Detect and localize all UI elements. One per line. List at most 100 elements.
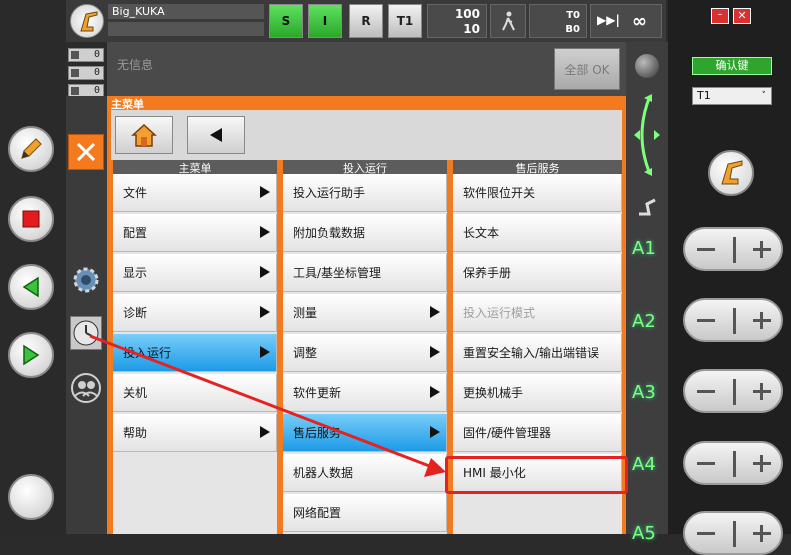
menu-item[interactable]: 投入运行 (113, 334, 277, 372)
menu-item[interactable]: 机器人数据 (283, 454, 447, 492)
submenu-arrow-icon (260, 426, 270, 438)
close-window-icon[interactable]: ✕ (733, 8, 751, 24)
menu-item-label: 显示 (123, 266, 148, 280)
menu-item[interactable]: 文件 (113, 174, 277, 212)
counter-acknowledge: 0 (68, 48, 104, 62)
jog-key-a2[interactable] (683, 298, 783, 342)
submenu-arrow-icon (260, 186, 270, 198)
jog-key-a1[interactable] (683, 227, 783, 271)
menu-item-label: 售后服务 (293, 426, 342, 440)
jog-key-a5[interactable] (683, 511, 783, 555)
stop-button[interactable] (8, 196, 54, 242)
column-header-commissioning: 投入运行 (283, 160, 447, 175)
menu-item[interactable]: 更换机械手 (453, 374, 622, 412)
globe-icon[interactable] (635, 54, 659, 78)
start-backward-button[interactable] (8, 264, 54, 310)
menu-item-label: 文件 (123, 186, 148, 200)
menu-item-label: 固件/硬件管理器 (463, 426, 552, 440)
menu-item[interactable]: 软件更新 (283, 374, 447, 412)
submenu-arrow-icon (260, 346, 270, 358)
menu-item[interactable]: 软件限位开关 (453, 174, 622, 212)
menu-item[interactable]: 重置安全输入/输出端错误 (453, 334, 622, 372)
minimize-icon[interactable]: – (711, 8, 729, 24)
jog-key-a3[interactable] (683, 369, 783, 413)
all-ok-button[interactable]: 全部 OK (554, 48, 620, 90)
home-button[interactable] (115, 116, 173, 154)
menu-item[interactable]: 投入运行模式 (453, 294, 622, 332)
menu-item[interactable]: 工具/基坐标管理 (283, 254, 447, 292)
jog-rotate-icon[interactable] (630, 92, 664, 178)
highlight-box (445, 456, 628, 494)
menu-item[interactable]: 帮助 (113, 414, 277, 452)
robot-logo-icon[interactable] (70, 4, 104, 38)
submenu-arrow-icon (430, 306, 440, 318)
submenu-arrow-icon (430, 386, 440, 398)
left-key-panel (0, 0, 66, 534)
play-backward-icon (22, 276, 39, 298)
menu-item[interactable]: 附加负载数据 (283, 214, 447, 252)
menu-item[interactable]: 保养手册 (453, 254, 622, 292)
stop-icon (22, 210, 40, 228)
submenu-arrow-icon (260, 226, 270, 238)
override-status[interactable]: 100 10 (427, 4, 487, 38)
menu-item[interactable]: 售后服务 (283, 414, 447, 452)
menu-item[interactable]: 投入运行助手 (283, 174, 447, 212)
menu-item[interactable]: 固件/硬件管理器 (453, 414, 622, 452)
axis-label-a2: A2 (632, 311, 656, 332)
menu-item[interactable]: 测量 (283, 294, 447, 332)
mode-select[interactable]: T1 ˅ (692, 87, 772, 105)
menu-item-label: 长文本 (463, 226, 500, 240)
jog-start-button[interactable] (8, 474, 54, 520)
status-bar: Big_KUKA S I R T1 100 10 T0 B0 ▶▶| ∞ (66, 0, 666, 42)
menu-item-label: 投入运行模式 (463, 306, 536, 320)
robot-name: Big_KUKA (108, 4, 264, 19)
menu-item-label: 诊断 (123, 306, 148, 320)
home-icon (131, 123, 157, 147)
message-window[interactable]: 无信息 全部 OK (107, 42, 626, 96)
start-forward-button[interactable] (8, 332, 54, 378)
menu-item[interactable]: 网络配置 (283, 494, 447, 532)
confirm-key-button[interactable]: 确认键 (692, 57, 772, 75)
no-message-text: 无信息 (117, 58, 154, 72)
menu-item-label: 软件更新 (293, 386, 342, 400)
clock-icon[interactable] (70, 316, 102, 350)
user-group-icon[interactable] (70, 372, 102, 404)
tool-number: T0 (566, 10, 580, 21)
menu-item-label: 关机 (123, 386, 148, 400)
robot-interpreter-status[interactable]: R (349, 4, 383, 38)
close-icon (76, 142, 96, 162)
program-override: 100 (454, 7, 480, 21)
menu-item-label: 配置 (123, 226, 148, 240)
operating-mode-status[interactable]: T1 (388, 4, 422, 38)
main-menu-title: 主菜单 (111, 98, 144, 111)
menu-item[interactable]: 诊断 (113, 294, 277, 332)
submenu-arrow-icon (430, 426, 440, 438)
menu-item[interactable]: 调整 (283, 334, 447, 372)
back-arrow-icon (210, 128, 222, 142)
menu-item[interactable]: 长文本 (453, 214, 622, 252)
settings-gear-icon[interactable] (70, 264, 102, 296)
axis-label-a1: A1 (632, 238, 656, 259)
incremental-jog-status[interactable]: ▶▶| ∞ (590, 4, 662, 38)
menu-item[interactable]: 显示 (113, 254, 277, 292)
axis-label-a3: A3 (632, 382, 656, 403)
chevron-down-icon: ˅ (761, 91, 767, 101)
axis-label-a4: A4 (632, 454, 656, 475)
pencil-icon (21, 138, 42, 159)
back-button[interactable] (187, 116, 245, 154)
jog-key-a4[interactable] (683, 441, 783, 485)
robot-jog-button[interactable] (708, 150, 754, 196)
menu-item[interactable]: 配置 (113, 214, 277, 252)
menu-item[interactable]: 关机 (113, 374, 277, 412)
submit-interpreter-status[interactable]: S (269, 4, 303, 38)
tool-base-status[interactable]: T0 B0 (529, 4, 587, 38)
program-name-field (108, 22, 264, 36)
run-mode-status[interactable] (490, 4, 526, 38)
play-forward-icon (23, 344, 40, 366)
edit-pencil-button[interactable] (8, 126, 54, 172)
robot-arm-small-icon[interactable] (635, 194, 659, 218)
fast-forward-icon: ▶▶| (597, 13, 620, 27)
drive-status[interactable]: I (308, 4, 342, 38)
close-menu-button[interactable] (68, 134, 104, 170)
menu-item-label: 调整 (293, 346, 318, 360)
